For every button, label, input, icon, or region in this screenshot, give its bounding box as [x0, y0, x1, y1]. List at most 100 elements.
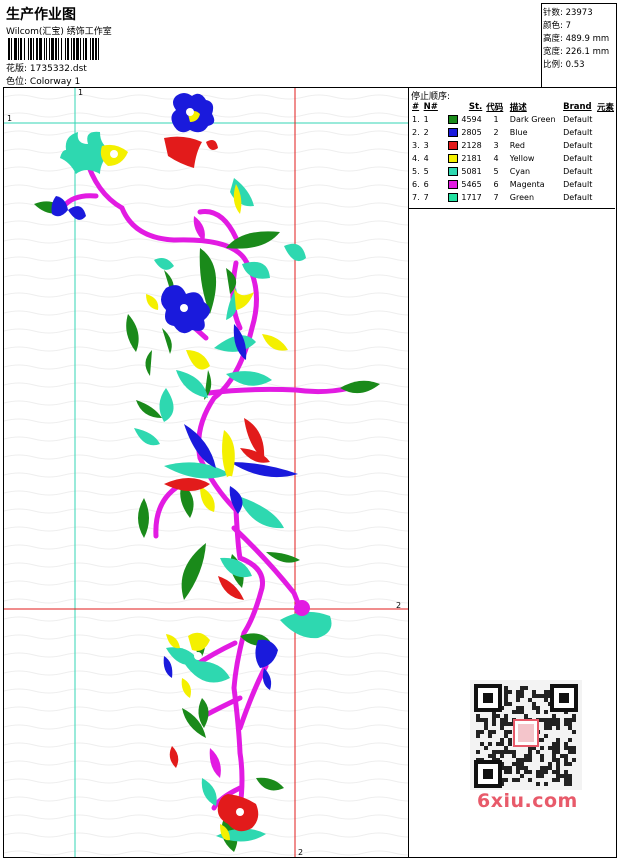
row-index: 5. [412, 167, 420, 176]
col-brand: Brand [563, 102, 592, 112]
row-brand: Default [563, 141, 593, 150]
barcode-bar [20, 38, 22, 60]
qr-finder-center [559, 693, 569, 703]
col-stitches: St. [468, 102, 483, 112]
row-element [595, 152, 616, 165]
guide-label-h1: 1 [7, 114, 13, 123]
row-stitches: 4594 [446, 113, 484, 126]
row-code: 7 [493, 193, 499, 202]
stat-stitches: 针数: 23973 [543, 8, 593, 18]
color-swatch [448, 128, 459, 137]
barcode-bar [67, 38, 69, 60]
barcode-bar [51, 38, 54, 60]
row-index: 2. [412, 128, 420, 137]
guide-label-v2: 2 [298, 848, 304, 857]
header-info: 生产作业图 Wilcom(汇宝) 绣饰工作室 花版: 1735332.dst 色… [3, 3, 541, 87]
row-element [595, 165, 616, 178]
table-row[interactable]: 5. 5 5081 5 Cyan Default [410, 165, 616, 178]
row-description: Green [509, 193, 535, 202]
row-description: Yellow [509, 154, 535, 163]
stat-colors: 颜色: 7 [543, 21, 571, 31]
table-row[interactable]: 1. 1 4594 1 Dark Green Default [410, 113, 616, 126]
table-row[interactable]: 7. 7 1717 7 Green Default [410, 191, 616, 204]
col-code: 代码 [486, 103, 504, 113]
row-code: 5 [493, 167, 499, 176]
col-description: 描述 [509, 103, 527, 113]
design-label: 花版: [6, 64, 28, 74]
qr-finder-center [483, 769, 493, 779]
stop-sequence-table: # N# St. 代码 描述 Brand 元素 1. 1 4594 1 Dark Gre… [410, 101, 616, 204]
row-stitches: 5465 [446, 178, 484, 191]
stitch-count: 2181 [461, 154, 482, 163]
barcode-bar [58, 38, 59, 60]
row-needle: 5 [423, 167, 429, 176]
row-needle: 4 [423, 154, 429, 163]
table-row[interactable]: 4. 4 2181 4 Yellow Default [410, 152, 616, 165]
row-index: 4. [412, 154, 420, 163]
col-element: 元素 [596, 103, 614, 113]
row-code: 4 [493, 154, 499, 163]
row-code: 6 [493, 180, 499, 189]
design-canvas[interactable] [3, 87, 409, 858]
row-description: Red [509, 141, 525, 150]
row-brand: Default [563, 193, 593, 202]
row-element [595, 191, 616, 204]
col-index: # [412, 102, 420, 112]
color-swatch [448, 154, 459, 163]
barcode-bar [49, 38, 50, 60]
stat-height: 高度: 489.9 mm [543, 34, 610, 44]
design-file-line: 花版: 1735332.dst [6, 61, 87, 74]
qr-finder-center [483, 693, 493, 703]
barcode-bar [98, 38, 99, 60]
row-code: 2 [493, 128, 499, 137]
table-row[interactable]: 3. 3 2128 3 Red Default [410, 139, 616, 152]
stat-scale: 比例: 0.53 [543, 60, 585, 70]
table-row[interactable]: 2. 2 2805 2 Blue Default [410, 126, 616, 139]
row-code: 3 [493, 141, 499, 150]
barcode-bar [55, 38, 57, 60]
barcode-bar [46, 38, 47, 60]
row-needle: 3 [423, 141, 429, 150]
row-brand: Default [563, 180, 593, 189]
qr-stamp-inner [518, 724, 534, 742]
row-index: 7. [412, 193, 420, 202]
row-brand: Default [563, 115, 593, 124]
row-index: 3. [412, 141, 420, 150]
barcode-bar [83, 38, 84, 60]
row-needle: 1 [423, 115, 429, 124]
barcode-bar [24, 38, 25, 60]
barcode-bar [73, 38, 75, 60]
guide-label-v1: 1 [78, 88, 84, 97]
row-element [595, 126, 616, 139]
barcode-bar [90, 38, 91, 60]
barcode-bar [36, 38, 38, 60]
row-index: 6. [412, 180, 420, 189]
stitch-count: 2805 [461, 128, 482, 137]
stitch-count: 2128 [461, 141, 482, 150]
row-stitches: 1717 [446, 191, 484, 204]
barcode-bar [95, 38, 97, 60]
stats-box: 针数: 23973 颜色: 7 高度: 489.9 mm 宽度: 226.1 m… [541, 3, 617, 87]
barcode-bar [85, 38, 87, 60]
row-brand: Default [563, 128, 593, 137]
watermark-text: 6xiu.com [477, 790, 578, 812]
stitch-count: 5081 [461, 167, 482, 176]
table-row[interactable]: 6. 6 5465 6 Magenta Default [410, 178, 616, 191]
barcode-bar [61, 38, 62, 60]
row-description: Cyan [509, 167, 531, 176]
color-swatch [448, 180, 459, 189]
barcode-bar [80, 38, 81, 60]
embroidery-design [4, 88, 408, 857]
table-header-row: # N# St. 代码 描述 Brand 元素 [410, 101, 616, 113]
design-file: 1735332.dst [29, 64, 87, 74]
color-swatch [448, 193, 459, 202]
page-title: 生产作业图 [6, 7, 76, 23]
row-stitches: 2805 [446, 126, 484, 139]
row-description: Blue [509, 128, 528, 137]
studio-name: Wilcom(汇宝) 绣饰工作室 [6, 27, 112, 37]
color-swatch [448, 167, 459, 176]
colorway-value: Colorway 1 [29, 77, 81, 87]
barcode-bar [65, 38, 66, 60]
stitch-count: 5465 [461, 180, 482, 189]
row-stitches: 2128 [446, 139, 484, 152]
